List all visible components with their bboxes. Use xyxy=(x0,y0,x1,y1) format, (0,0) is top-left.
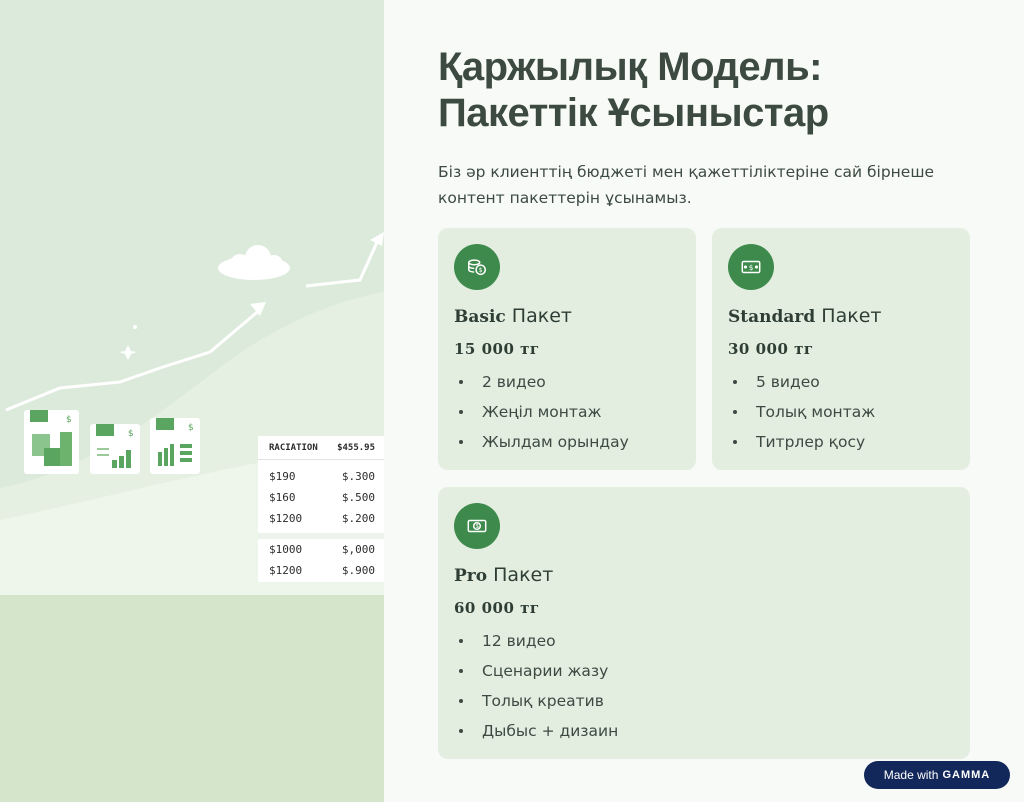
feature-text: 12 видео xyxy=(482,632,556,650)
table-cell: $,000 xyxy=(341,543,375,556)
money-bill-icon: $ xyxy=(454,503,500,549)
illustration-floor xyxy=(0,594,384,802)
package-name: Basic Пакет xyxy=(454,305,680,327)
gamma-logo: GAMMA xyxy=(942,769,991,781)
feature-text: Сценарии жазу xyxy=(482,662,609,680)
package-name-suffix: Пакет xyxy=(815,305,882,327)
table-row: $160 $.500 xyxy=(258,487,384,508)
page-title: Қаржылық Модель: Пакеттік Ұсыныстар xyxy=(438,44,978,136)
table-header-cell: $455.95 xyxy=(337,443,375,453)
table-row: $1200 $.200 xyxy=(258,508,384,529)
price-table-illustration: RACIATION $455.95 $190 $.300 $160 $.500 … xyxy=(258,436,384,582)
table-cell: $.300 xyxy=(341,470,375,483)
table-cell: $1200 xyxy=(269,564,303,577)
table-header-cell: RACIATION xyxy=(269,443,318,453)
list-item: Жылдам орындау xyxy=(454,427,680,457)
table-cell: $.500 xyxy=(341,491,375,504)
package-name-bold: Pro xyxy=(454,566,488,586)
list-item: Толық монтаж xyxy=(728,397,954,427)
package-name-bold: Basic xyxy=(454,307,506,327)
feature-list: 5 видео Толық монтаж Титрлер қосу xyxy=(728,367,954,457)
table-cell: $1000 xyxy=(269,543,303,556)
svg-text:$: $ xyxy=(188,423,194,433)
table-cell: $.200 xyxy=(341,512,375,525)
package-name-suffix: Пакет xyxy=(487,564,554,586)
list-item: Жеңіл монтаж xyxy=(454,397,680,427)
package-name: Standard Пакет xyxy=(728,305,954,327)
feature-text: Жеңіл монтаж xyxy=(482,403,602,421)
feature-text: Толық креатив xyxy=(482,692,604,710)
title-line-2: Пакеттік Ұсыныстар xyxy=(438,91,829,135)
content-area: Қаржылық Модель: Пакеттік Ұсыныстар Біз … xyxy=(438,44,978,211)
bar-chart-card-icon: $ xyxy=(150,418,200,474)
feature-text: Толық монтаж xyxy=(756,403,876,421)
svg-text:$: $ xyxy=(128,429,134,439)
list-item: 2 видео xyxy=(454,367,680,397)
feature-text: Титрлер қосу xyxy=(756,433,866,451)
coins-icon: $ xyxy=(454,244,500,290)
package-price: 15 000 тг xyxy=(454,340,540,358)
table-row: $190 $.300 xyxy=(258,466,384,487)
table-header: RACIATION $455.95 xyxy=(258,436,384,460)
package-name-bold: Standard xyxy=(728,307,816,327)
list-item: 12 видео xyxy=(454,626,954,656)
title-line-1: Қаржылық Модель: xyxy=(438,45,822,89)
svg-text:$: $ xyxy=(66,415,72,425)
package-name: Pro Пакет xyxy=(454,564,954,586)
svg-text:$: $ xyxy=(479,266,483,274)
package-card-standard: $ Standard Пакет 30 000 тг 5 видео Толық… xyxy=(712,228,970,470)
bullet-icon xyxy=(459,440,463,444)
table-row: $1200 $.900 xyxy=(258,560,384,581)
bullet-icon xyxy=(459,410,463,414)
package-price: 30 000 тг xyxy=(728,340,814,358)
report-card-icon: $ xyxy=(24,410,79,474)
illustration-panel: $ $ $ RACIATION $455.95 $190 $.300 $160 … xyxy=(0,0,384,802)
package-card-basic: $ Basic Пакет 15 000 тг 2 видео Жеңіл мо… xyxy=(438,228,696,470)
bullet-icon xyxy=(459,639,463,643)
bullet-icon xyxy=(459,699,463,703)
bullet-icon xyxy=(733,440,737,444)
table-cell: $.900 xyxy=(341,564,375,577)
table-cell: $160 xyxy=(269,491,296,504)
chart-card-icon: $ xyxy=(90,424,140,474)
list-item: Дыбыс + дизаин xyxy=(454,716,954,746)
feature-list: 12 видео Сценарии жазу Толық креатив Дыб… xyxy=(454,626,954,746)
cloud-icon xyxy=(218,245,290,280)
bullet-icon xyxy=(733,410,737,414)
feature-text: Жылдам орындау xyxy=(482,433,629,451)
bullet-icon xyxy=(459,729,463,733)
sparkle-icon xyxy=(119,325,137,360)
package-card-pro: $ Pro Пакет 60 000 тг 12 видео Сценарии … xyxy=(438,487,970,759)
feature-list: 2 видео Жеңіл монтаж Жылдам орындау xyxy=(454,367,680,457)
bullet-icon xyxy=(459,669,463,673)
list-item: Титрлер қосу xyxy=(728,427,954,457)
table-cell: $190 xyxy=(269,470,296,483)
svg-text:$: $ xyxy=(749,263,754,272)
table-row: $1000 $,000 xyxy=(258,539,384,560)
list-item: 5 видео xyxy=(728,367,954,397)
made-with-label: Made with xyxy=(883,768,939,782)
feature-text: 2 видео xyxy=(482,373,546,391)
bullet-icon xyxy=(459,380,463,384)
svg-text:$: $ xyxy=(475,523,479,530)
bullet-icon xyxy=(733,380,737,384)
made-with-gamma-badge[interactable]: Made with GAMMA xyxy=(864,761,1010,789)
table-cell: $1200 xyxy=(269,512,303,525)
page-subtitle: Біз әр клиенттің бюджеті мен қажеттілікт… xyxy=(438,163,935,207)
package-price: 60 000 тг xyxy=(454,599,540,617)
feature-text: 5 видео xyxy=(756,373,820,391)
feature-text: Дыбыс + дизаин xyxy=(482,722,619,740)
package-name-suffix: Пакет xyxy=(505,305,572,327)
list-item: Толық креатив xyxy=(454,686,954,716)
list-item: Сценарии жазу xyxy=(454,656,954,686)
banknote-icon: $ xyxy=(728,244,774,290)
